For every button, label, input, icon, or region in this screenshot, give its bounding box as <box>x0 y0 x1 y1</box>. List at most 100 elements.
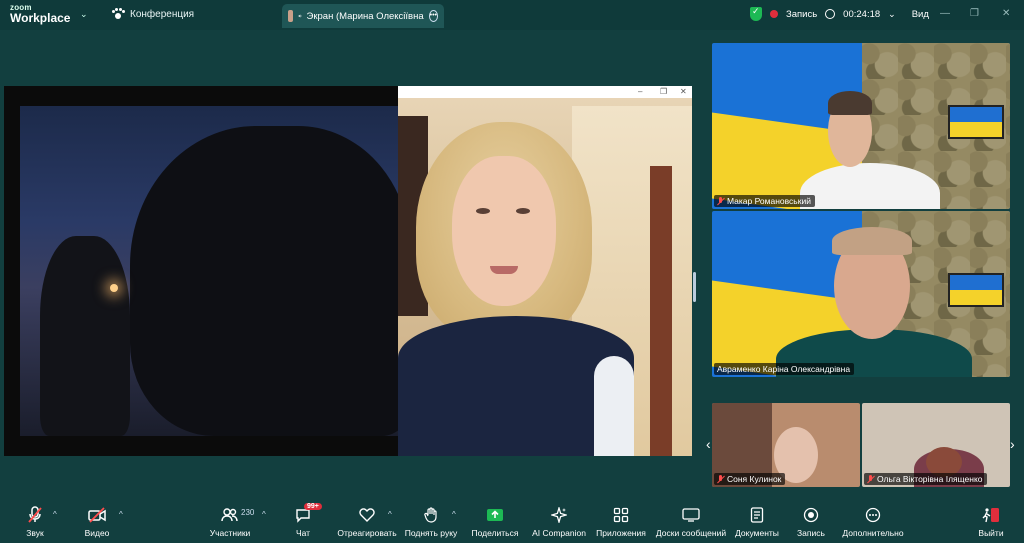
record-label: Запись <box>797 528 825 538</box>
share-label: Поделиться <box>471 528 519 538</box>
meeting-menu[interactable]: Конференция <box>112 8 194 20</box>
more-icon <box>865 505 881 525</box>
silhouette-figure <box>40 236 130 436</box>
speaker-sleeve <box>594 356 634 456</box>
screen-share-tab[interactable]: Экран (Марина Олексіївна ••• <box>282 4 444 28</box>
audio-label: Звук <box>26 528 44 538</box>
share-button[interactable]: Поделиться <box>460 505 530 543</box>
participant-name-tag: Ольга Вікторівна Ілященко <box>864 473 987 485</box>
mic-muted-icon <box>717 196 724 206</box>
person-hair <box>832 227 912 255</box>
eye <box>516 208 530 214</box>
participant-tile[interactable]: Авраменко Каріна Олександрівна <box>712 211 1010 377</box>
whiteboards-label: Доски сообщений <box>655 528 727 538</box>
close-icon[interactable]: ✕ <box>1002 8 1010 19</box>
hand-icon <box>424 505 438 525</box>
minimize-icon[interactable]: – <box>638 87 642 96</box>
participants-icon: 230 <box>221 505 254 525</box>
chevron-right-icon[interactable]: › <box>1010 436 1015 452</box>
restore-icon[interactable]: ❐ <box>970 8 979 19</box>
participant-name-tag: Авраменко Каріна Олександрівна <box>714 363 855 375</box>
docs-label: Документы <box>735 528 779 538</box>
person-hair <box>828 91 872 115</box>
audio-button[interactable]: Звук <box>0 505 70 543</box>
record-icon <box>803 505 819 525</box>
title-bar: zoom Workplace ⌄ Конференция Экран (Мари… <box>0 0 1024 30</box>
participant-tile[interactable]: Макар Романовський <box>712 43 1010 209</box>
audio-options-caret[interactable]: ^ <box>53 510 57 519</box>
more-label: Дополнительно <box>842 528 904 538</box>
participants-label: Участники <box>209 528 251 538</box>
shared-screen[interactable]: – ❐ ✕ <box>4 86 692 456</box>
view-button[interactable]: Вид <box>912 9 929 20</box>
shared-video-speaker: – ❐ ✕ <box>398 86 692 456</box>
participant-name: Ольга Вікторівна Ілященко <box>877 474 983 484</box>
ai-companion-button[interactable]: AI Companion <box>524 505 594 543</box>
avatar <box>288 10 293 22</box>
door <box>650 166 672 456</box>
participant-name-tag: Макар Романовський <box>714 195 815 207</box>
recording-dot-icon <box>770 10 778 18</box>
zoom-window: zoom Workplace ⌄ Конференция Экран (Мари… <box>0 0 1024 543</box>
chevron-down-icon[interactable]: ⌄ <box>80 9 88 20</box>
apps-button[interactable]: Приложения <box>586 505 656 543</box>
meeting-toolbar: Звук ^ Видео ^ 230 Участники ^ 99+ Чат О… <box>0 503 1024 543</box>
video-options-caret[interactable]: ^ <box>119 510 123 519</box>
whiteboards-button[interactable]: Доски сообщений <box>656 505 726 543</box>
eye <box>476 208 490 214</box>
more-button[interactable]: Дополнительно <box>838 505 908 543</box>
close-icon[interactable]: ✕ <box>680 87 687 96</box>
whiteboard-icon <box>682 505 700 525</box>
chevron-left-icon[interactable]: ‹ <box>706 436 711 452</box>
chat-label: Чат <box>295 528 311 538</box>
recording-label[interactable]: Запись <box>786 9 817 20</box>
leave-button[interactable]: Выйти <box>956 505 1024 543</box>
restore-icon[interactable]: ❐ <box>660 87 667 96</box>
chat-icon: 99+ <box>295 503 322 525</box>
sparkle-icon <box>551 505 567 525</box>
apps-label: Приложения <box>596 528 646 538</box>
logo-workplace-text: Workplace <box>10 11 71 25</box>
speaker-face <box>452 156 556 306</box>
encryption-shield-icon[interactable] <box>750 6 762 21</box>
participants-button[interactable]: 230 Участники <box>195 505 265 543</box>
participant-name: Авраменко Каріна Олександрівна <box>717 364 851 374</box>
meeting-timer: 00:24:18 <box>843 8 881 20</box>
shared-video-left <box>20 106 398 436</box>
participants-count: 230 <box>241 508 255 517</box>
recording-status: Запись 00:24:18 ⌄ Вид <box>750 6 929 21</box>
chat-badge: 99+ <box>304 503 322 510</box>
chevron-down-icon[interactable]: ⌄ <box>888 9 896 20</box>
video-off-icon <box>88 505 106 525</box>
screen-tab-label: Экран (Марина Олексіївна <box>306 10 424 22</box>
participant-name: Макар Романовський <box>727 196 811 206</box>
mic-muted-icon <box>867 474 874 484</box>
chat-button[interactable]: 99+ Чат <box>268 503 338 543</box>
speaker-icon <box>298 14 302 18</box>
document-icon <box>750 505 764 525</box>
more-options-icon[interactable]: ••• <box>428 10 438 22</box>
participant-name: Соня Кулинок <box>727 474 782 484</box>
video-label: Видео <box>84 528 110 538</box>
inner-window-titlebar: – ❐ ✕ <box>398 86 692 98</box>
meeting-label: Конференция <box>130 8 195 20</box>
mic-muted-icon <box>717 474 724 484</box>
leave-label: Выйти <box>978 528 1004 538</box>
ai-companion-label: AI Companion <box>532 528 586 538</box>
record-button[interactable]: Запись <box>776 505 846 543</box>
mic-muted-icon <box>27 505 43 525</box>
react-label: Отреагировать <box>337 528 397 538</box>
mouth <box>490 266 518 274</box>
raise-hand-label: Поднять руку <box>404 528 458 538</box>
apps-icon <box>613 505 629 525</box>
react-options-caret[interactable]: ^ <box>388 510 392 519</box>
minimize-icon[interactable]: — <box>940 8 950 19</box>
participant-tile[interactable]: Ольга Вікторівна Ілященко <box>862 403 1010 487</box>
participants-options-caret[interactable]: ^ <box>262 510 266 519</box>
participant-name-tag: Соня Кулинок <box>714 473 786 485</box>
participant-tile[interactable]: Соня Кулинок <box>712 403 860 487</box>
flag-patch <box>948 105 1004 139</box>
raise-hand-options-caret[interactable]: ^ <box>452 510 456 519</box>
zoom-workplace-logo[interactable]: zoom Workplace <box>10 4 71 25</box>
resize-handle[interactable] <box>693 272 696 302</box>
